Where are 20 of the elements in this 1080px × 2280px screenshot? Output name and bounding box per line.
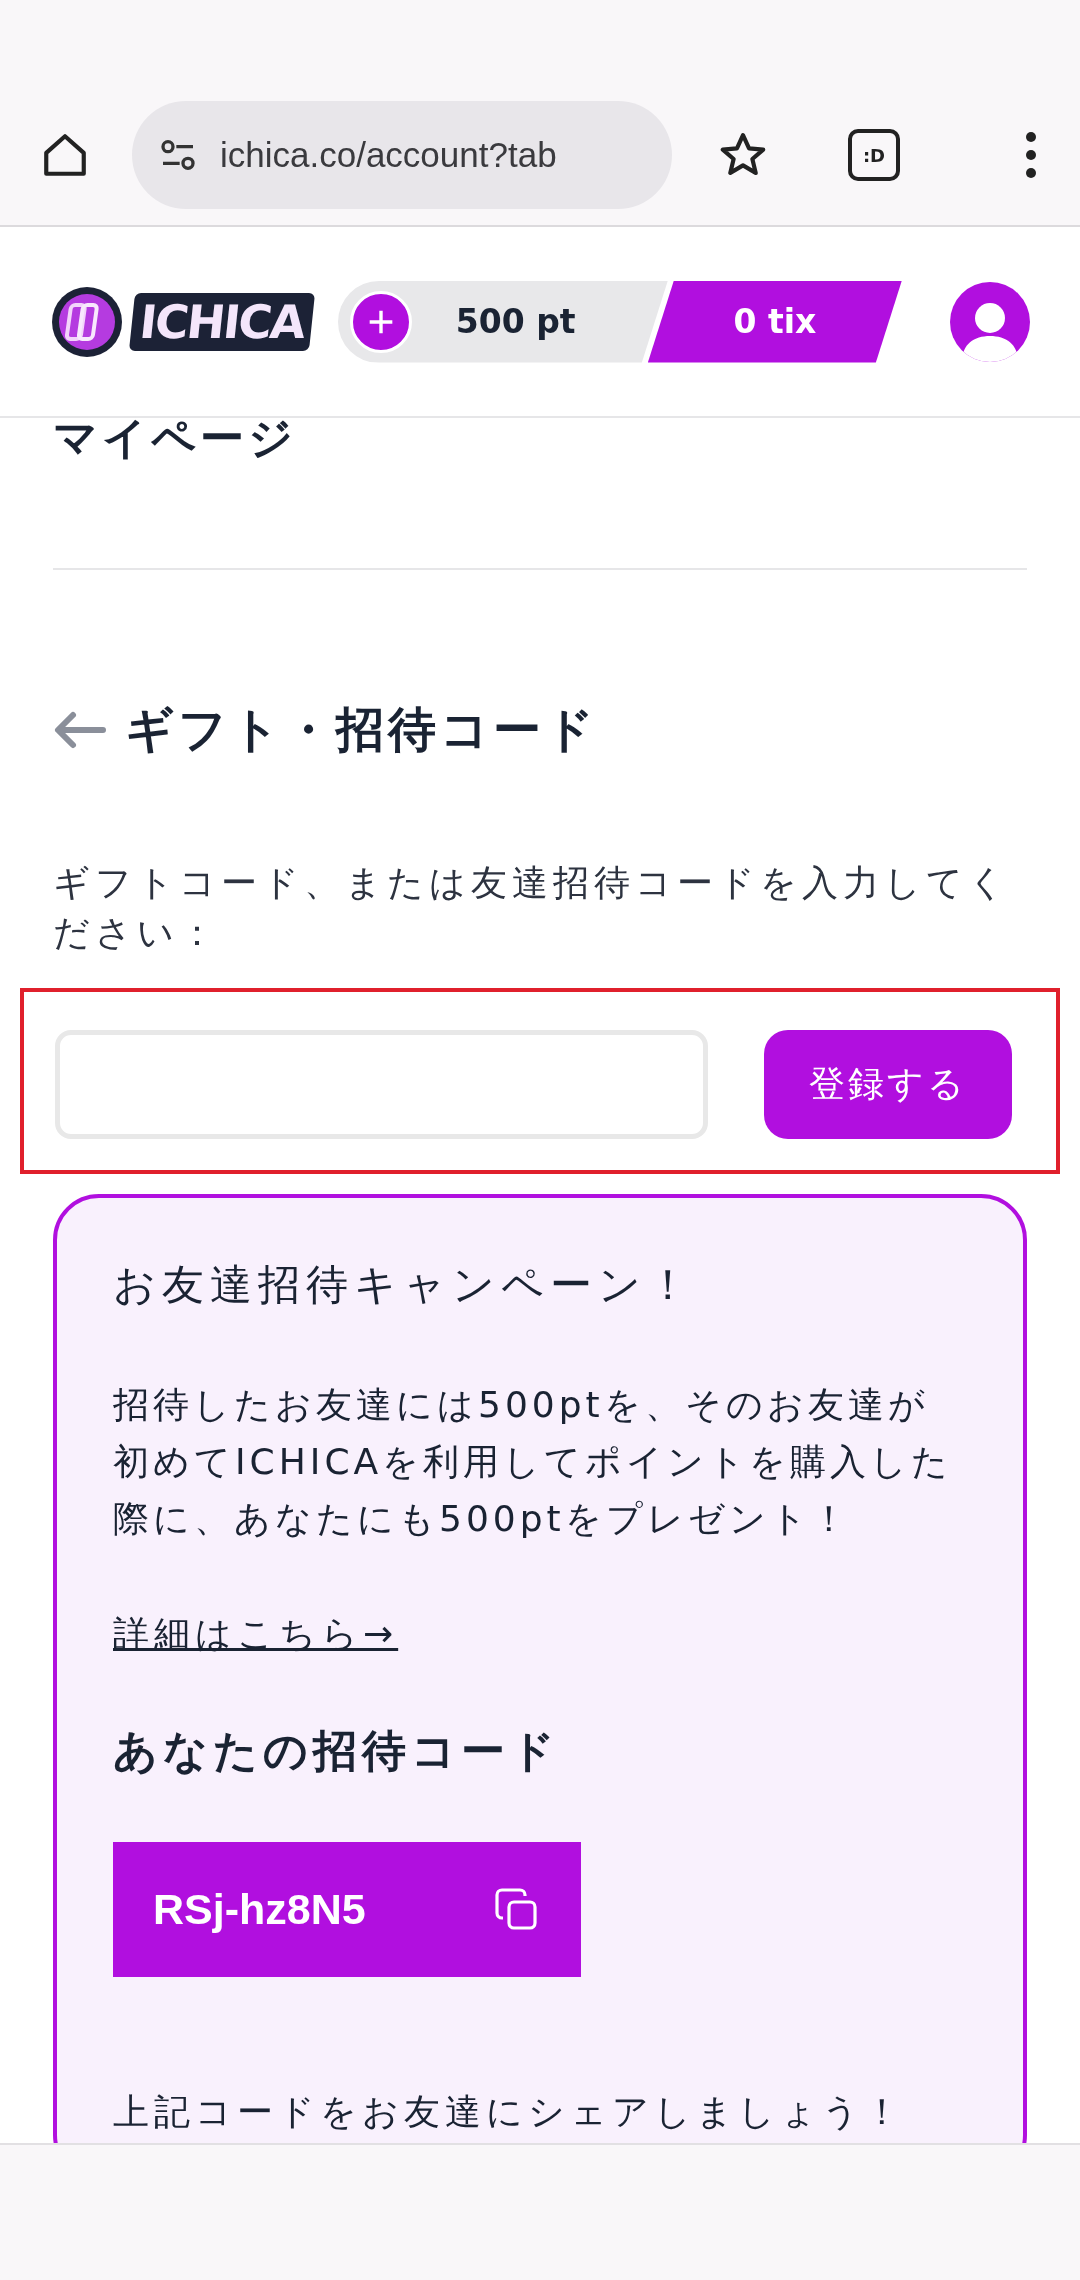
tab-switcher[interactable]: :D <box>848 129 900 181</box>
back-arrow-icon[interactable] <box>53 710 107 750</box>
invite-code-heading: あなたの招待コード <box>113 1724 561 1778</box>
points-text: 500 pt <box>455 302 576 341</box>
share-text: 上記コードをお友達にシェアしましょう！ <box>113 2090 906 2134</box>
url-text: ichica.co/account?tab <box>220 135 557 175</box>
register-button[interactable]: 登録する <box>764 1030 1012 1139</box>
instruction-text: ギフトコード、または友達招待コードを入力してください： <box>53 861 1011 955</box>
details-link[interactable]: 詳細はこちら→ <box>113 1609 399 1659</box>
section-title: ギフト・招待コード <box>125 700 598 759</box>
logo-icon <box>50 284 124 359</box>
page-title: マイページ <box>53 418 298 465</box>
add-points-button[interactable] <box>349 290 412 353</box>
campaign-text: 招待したお友達には500ptを、そのお友達が初めてICHICAを利用してポイントを購入した際に、あなたにも500ptをプレゼント！ <box>113 1383 954 1541</box>
invite-code-button[interactable]: RSj-hz8N5 <box>113 1842 581 1977</box>
tickets-balance: 0 tix <box>647 280 902 363</box>
menu-icon[interactable] <box>1024 130 1038 180</box>
address-bar[interactable]: ichica.co/account?tab <box>132 101 672 209</box>
campaign-title: お友達招待キャンペーン！ <box>113 1260 696 1310</box>
logo-text[interactable]: ICHICA <box>128 292 315 351</box>
